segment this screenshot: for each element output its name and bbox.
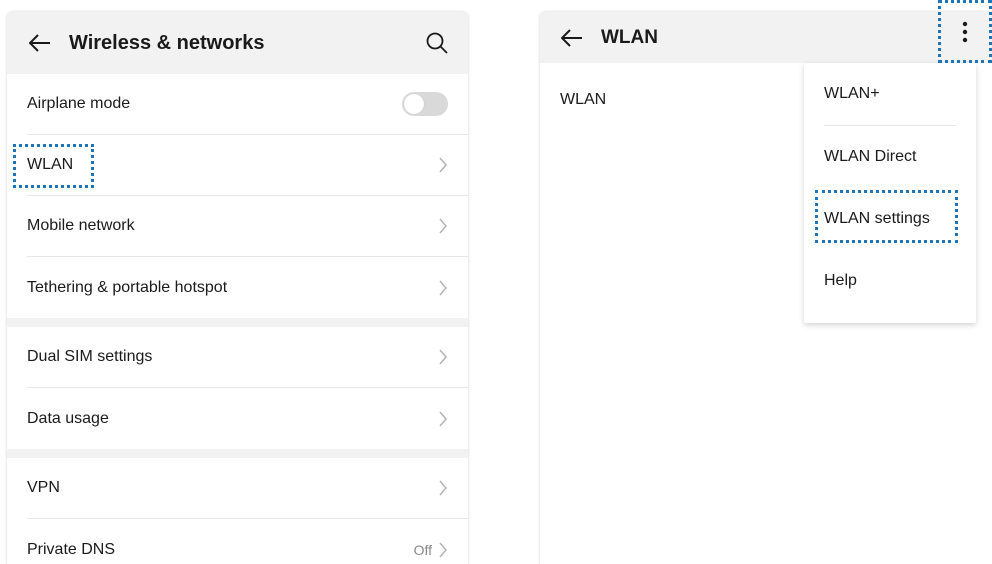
settings-group-connectivity: Airplane mode WLAN Mobile network Tether… xyxy=(7,74,468,318)
chevron-right-icon xyxy=(439,280,447,295)
more-vertical-icon xyxy=(962,21,968,42)
overflow-menu: WLAN+ WLAN Direct WLAN settings Help xyxy=(804,63,976,323)
toggle-knob xyxy=(404,94,424,114)
chevron-right-icon xyxy=(439,542,447,557)
setting-label: Airplane mode xyxy=(27,95,131,112)
back-arrow-icon[interactable] xyxy=(29,34,51,52)
menu-item-wlan-direct[interactable]: WLAN Direct xyxy=(824,126,956,188)
setting-private-dns[interactable]: Private DNS Off xyxy=(27,519,468,564)
wlan-screen: WLAN WLAN WLAN+ WLAN Direct WLAN setting… xyxy=(540,12,992,564)
chevron-right-icon xyxy=(439,411,447,426)
setting-label: Private DNS xyxy=(27,540,116,558)
group-separator xyxy=(7,318,468,327)
page-title: WLAN xyxy=(601,26,658,48)
setting-dual-sim[interactable]: Dual SIM settings xyxy=(27,327,468,388)
settings-group-sim-data: Dual SIM settings Data usage xyxy=(7,327,468,449)
wireless-networks-screen: Wireless & networks Airplane mode WLAN M… xyxy=(7,12,468,564)
setting-mobile-network[interactable]: Mobile network xyxy=(27,196,468,257)
setting-label: Data usage xyxy=(27,409,109,427)
setting-label: Tethering & portable hotspot xyxy=(27,278,228,296)
setting-wlan[interactable]: WLAN xyxy=(27,135,468,196)
wlan-label: WLAN xyxy=(560,91,607,108)
menu-item-wlan-plus[interactable]: WLAN+ xyxy=(824,63,956,125)
setting-vpn[interactable]: VPN xyxy=(27,458,468,519)
airplane-mode-toggle[interactable] xyxy=(402,92,448,116)
setting-data-usage[interactable]: Data usage xyxy=(27,388,468,449)
chevron-right-icon xyxy=(439,218,447,234)
more-options-button[interactable] xyxy=(938,0,992,63)
chevron-right-icon xyxy=(439,349,447,365)
setting-tethering-hotspot[interactable]: Tethering & portable hotspot xyxy=(27,257,468,318)
page-title: Wireless & networks xyxy=(69,31,265,54)
setting-label: Dual SIM settings xyxy=(27,348,153,365)
menu-item-wlan-settings[interactable]: WLAN settings xyxy=(824,188,956,250)
back-arrow-icon[interactable] xyxy=(561,28,583,47)
group-separator xyxy=(7,449,468,458)
search-icon[interactable] xyxy=(426,32,448,54)
app-bar: WLAN xyxy=(540,12,992,63)
chevron-right-icon xyxy=(439,157,447,173)
menu-item-help[interactable]: Help xyxy=(824,250,956,312)
app-bar: Wireless & networks xyxy=(7,12,468,74)
settings-group-vpn-dns: VPN Private DNS Off xyxy=(7,458,468,564)
setting-value: Off xyxy=(413,541,432,558)
chevron-right-icon xyxy=(439,480,447,496)
setting-label: VPN xyxy=(27,479,60,496)
setting-label: Mobile network xyxy=(27,217,135,234)
setting-airplane-mode[interactable]: Airplane mode xyxy=(27,74,468,135)
setting-label: WLAN xyxy=(27,156,74,173)
